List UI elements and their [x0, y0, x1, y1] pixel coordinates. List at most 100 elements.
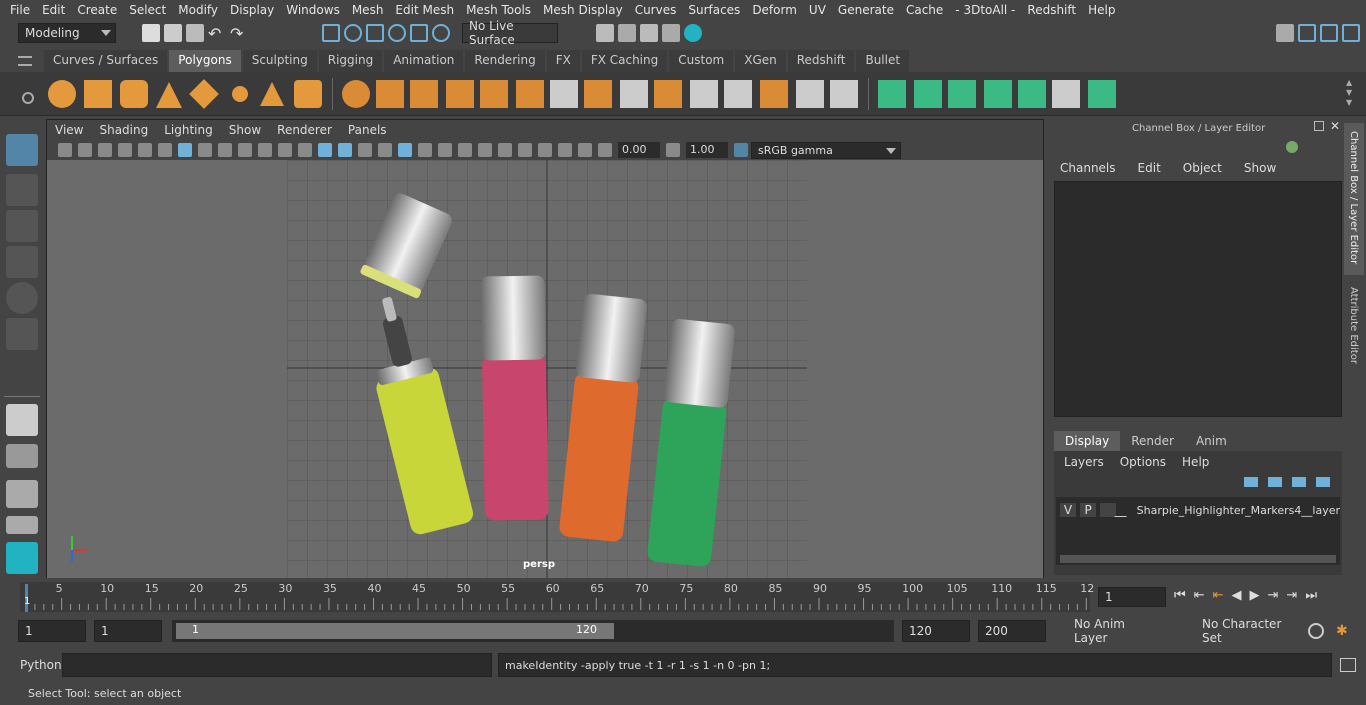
playback-end-field[interactable]: 120 [902, 620, 970, 642]
field-chart-icon[interactable] [258, 143, 272, 157]
tab-bullet[interactable]: Bullet [856, 50, 910, 72]
playback-start-field[interactable]: 1 [94, 620, 162, 642]
snap-vertex-icon[interactable] [432, 24, 450, 42]
wireframe-on-shaded-icon[interactable] [358, 143, 372, 157]
side-tab-attribute-editor[interactable]: Attribute Editor [1344, 279, 1364, 379]
safe-action-icon[interactable] [278, 143, 292, 157]
xray-active-icon[interactable] [498, 143, 512, 157]
single-perspective-layout-icon[interactable] [6, 404, 38, 436]
layer-playback-toggle[interactable]: P [1080, 503, 1097, 517]
time-slider[interactable]: 5 10 15 20 25 30 35 40 45 50 55 60 65 70 75 80 85 90 95 100… [0, 580, 1366, 616]
shelf-scroll-icon[interactable]: ▲ ▼ ▼ [1346, 78, 1356, 110]
menu-windows[interactable]: Windows [280, 3, 346, 17]
uv-layout-icon[interactable] [1088, 80, 1116, 108]
channel-menu-edit[interactable]: Edit [1138, 161, 1161, 175]
ambient-occlusion-icon[interactable] [438, 143, 452, 157]
grid-icon[interactable] [178, 143, 192, 157]
tab-fx[interactable]: FX [546, 50, 580, 72]
menu-help[interactable]: Help [1082, 3, 1121, 17]
poly-sphere-icon[interactable] [48, 80, 76, 108]
gate-mask-icon[interactable] [238, 143, 252, 157]
poly-plane-icon[interactable] [189, 79, 219, 109]
step-forward-frame-icon[interactable]: ⇥ [1268, 588, 1279, 603]
shadows-icon[interactable] [418, 143, 432, 157]
color-management-icon[interactable] [734, 143, 748, 157]
snap-grid-icon[interactable] [322, 24, 340, 42]
snap-point-icon[interactable] [366, 24, 384, 42]
play-forward-icon[interactable]: ▶ [1250, 588, 1260, 603]
tab-anim[interactable]: Anim [1185, 431, 1238, 451]
menu-cache[interactable]: Cache [900, 3, 949, 17]
modeling-toolkit-icon[interactable] [1276, 24, 1294, 42]
live-surface-field[interactable]: No Live Surface [462, 19, 558, 47]
shelf-menu-icon[interactable] [18, 56, 32, 66]
uv-unfold-icon[interactable] [1018, 80, 1046, 108]
image-plane-icon[interactable] [118, 143, 132, 157]
vp-menu-lighting[interactable]: Lighting [156, 123, 221, 137]
four-view-layout-icon[interactable] [6, 444, 38, 468]
menu-mesh-tools[interactable]: Mesh Tools [460, 3, 537, 17]
tab-fx-caching[interactable]: FX Caching [581, 50, 668, 72]
poly-torus-icon[interactable] [226, 80, 254, 108]
layer-type-toggle[interactable] [1100, 503, 1117, 517]
close-icon[interactable]: ✕ [1330, 119, 1340, 133]
tab-xgen[interactable]: XGen [735, 50, 786, 72]
multi-cut-icon[interactable] [550, 80, 578, 108]
poly-pipe-icon[interactable] [294, 80, 322, 108]
tab-redshift[interactable]: Redshift [787, 50, 855, 72]
mirror-icon[interactable] [410, 80, 438, 108]
gamma-icon[interactable] [666, 143, 680, 157]
menu-generate[interactable]: Generate [832, 3, 900, 17]
vp-menu-panels[interactable]: Panels [340, 123, 395, 137]
layer-visibility-toggle[interactable]: V [1060, 503, 1077, 517]
layer-menu-options[interactable]: Options [1120, 455, 1166, 469]
command-language-label[interactable]: Python [20, 658, 62, 672]
tab-polygons[interactable]: Polygons [169, 50, 241, 72]
rotate-tool-icon[interactable] [6, 282, 38, 314]
menu-mesh[interactable]: Mesh [346, 3, 390, 17]
smooth-shade-icon[interactable] [338, 143, 352, 157]
side-tab-channel-box[interactable]: Channel Box / Layer Editor [1344, 123, 1364, 275]
mode-dropdown[interactable]: Modeling [18, 23, 116, 43]
channel-menu-channels[interactable]: Channels [1060, 161, 1116, 175]
uv-spherical-icon[interactable] [948, 80, 976, 108]
poly-cone-icon[interactable] [156, 82, 182, 108]
range-bar-track[interactable]: 1 120 [172, 620, 894, 642]
isolate-select-icon[interactable] [518, 143, 532, 157]
film-gate-icon[interactable] [198, 143, 212, 157]
auto-key-icon[interactable] [1308, 623, 1324, 639]
select-tool-icon[interactable] [6, 134, 38, 166]
tab-display[interactable]: Display [1054, 431, 1121, 451]
camera-icon[interactable] [58, 143, 72, 157]
move-layer-down-icon[interactable] [1268, 477, 1282, 487]
open-scene-icon[interactable] [164, 24, 182, 42]
exposure-field[interactable]: 0.00 [618, 142, 660, 158]
layer-menu-help[interactable]: Help [1182, 455, 1209, 469]
gamma-field[interactable]: 1.00 [686, 142, 728, 158]
combine-icon[interactable] [342, 80, 370, 108]
persp-graph-layout-icon[interactable] [6, 516, 38, 534]
tool-settings-icon[interactable] [1320, 24, 1338, 42]
persp-outliner-layout-icon[interactable] [6, 480, 38, 508]
depth-of-field-icon[interactable] [578, 143, 592, 157]
append-polygon-icon[interactable] [654, 80, 682, 108]
menu-edit-mesh[interactable]: Edit Mesh [389, 3, 460, 17]
go-to-start-icon[interactable]: ⏮ [1174, 588, 1186, 603]
uv-automatic-icon[interactable] [984, 80, 1012, 108]
channel-menu-object[interactable]: Object [1183, 161, 1222, 175]
menu-create[interactable]: Create [71, 3, 123, 17]
safe-title-icon[interactable] [298, 143, 312, 157]
poly-cube-icon[interactable] [84, 80, 112, 108]
separate-icon[interactable] [376, 80, 404, 108]
tab-curves-surfaces[interactable]: Curves / Surfaces [44, 50, 168, 72]
menu-modify[interactable]: Modify [172, 3, 224, 17]
command-input[interactable] [62, 653, 492, 677]
grease-pencil-icon[interactable] [158, 143, 172, 157]
channel-box-settings-icon[interactable] [1286, 141, 1298, 153]
uv-cylindrical-icon[interactable] [914, 80, 942, 108]
snap-curve-icon[interactable] [344, 24, 362, 42]
shelf-gear-icon[interactable] [22, 92, 34, 104]
freeze-transform-icon[interactable] [830, 80, 858, 108]
new-layer-selected-icon[interactable] [1316, 477, 1330, 487]
step-back-frame-icon[interactable]: ⇤ [1213, 588, 1224, 603]
